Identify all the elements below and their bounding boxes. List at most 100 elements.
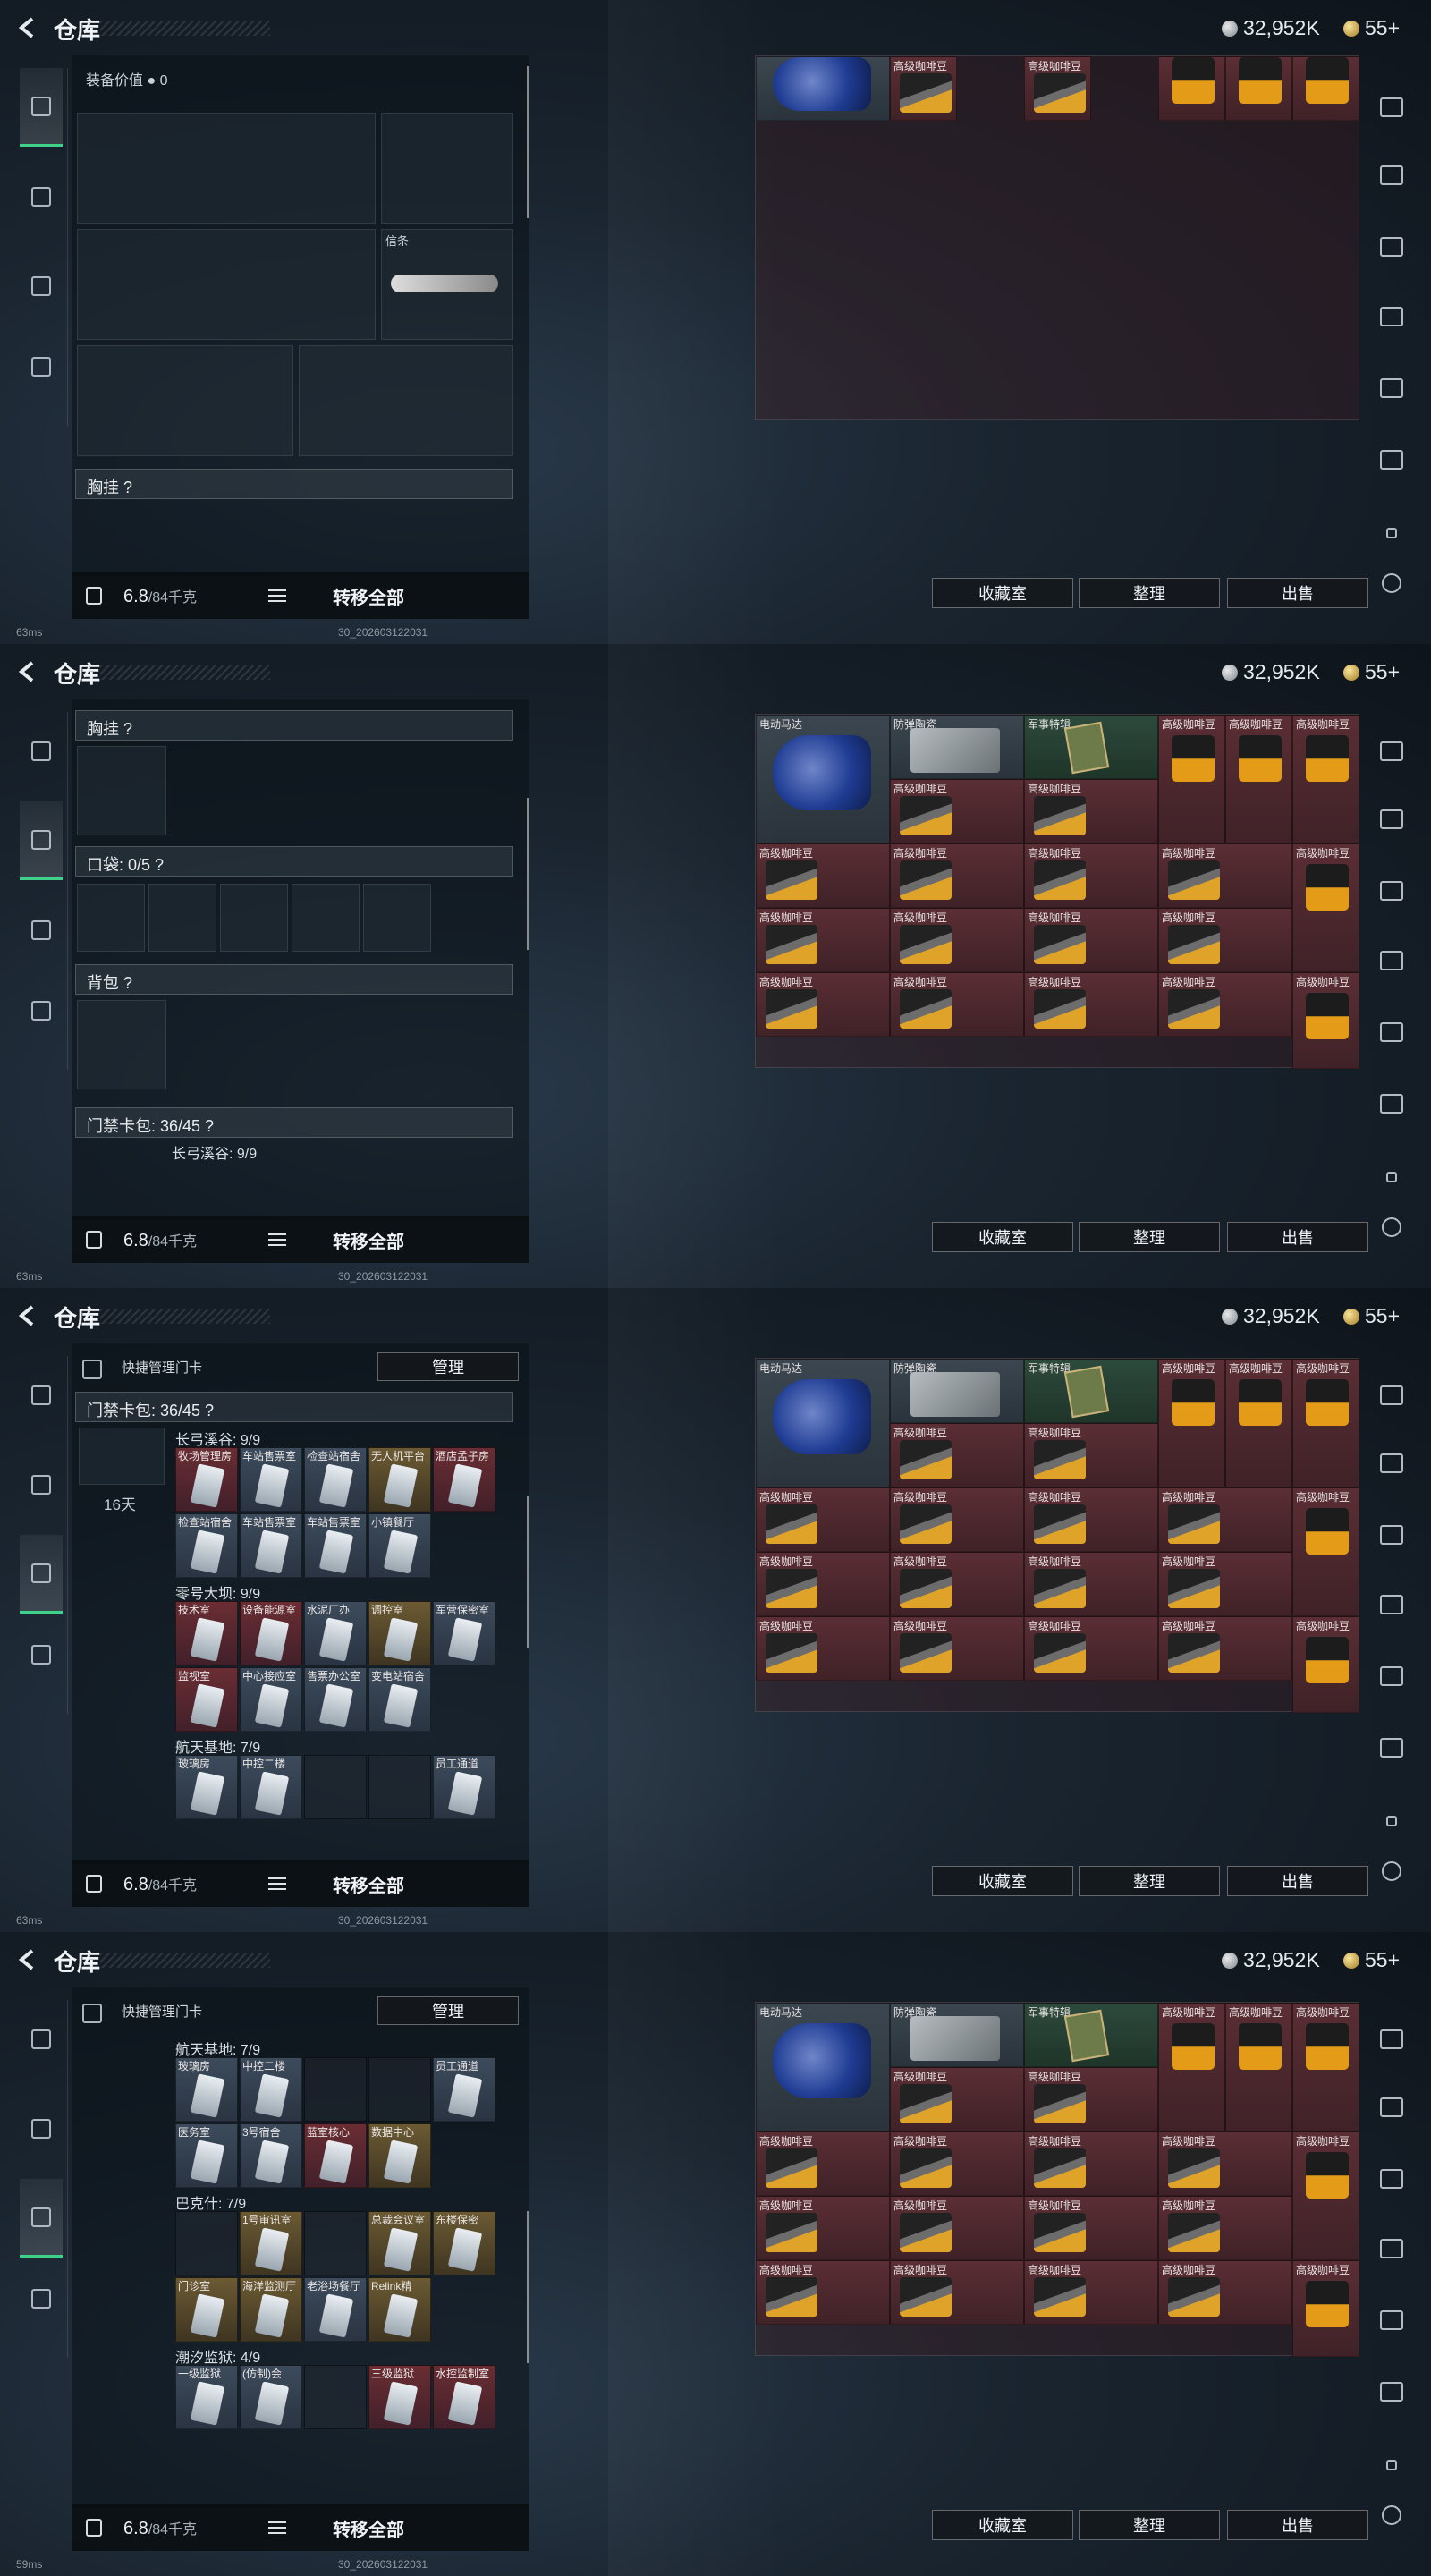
manage-button[interactable]: 管理 <box>377 1996 519 2025</box>
back-arrow-icon[interactable] <box>14 1302 41 1329</box>
item-coffee[interactable]: 高级咖啡豆 <box>1158 1616 1292 1681</box>
keycard[interactable]: 调控室 <box>368 1601 431 1665</box>
sort-button[interactable]: 整理 <box>1079 1866 1220 1896</box>
keycard[interactable]: 水控监制室 <box>433 2365 495 2429</box>
item-coffee[interactable]: 高级咖啡豆 <box>756 2260 890 2325</box>
storage-tab-6[interactable] <box>1374 2374 1410 2410</box>
item-coffee[interactable]: 高级咖啡豆 <box>1158 908 1292 972</box>
keycard[interactable]: 1号审讯室 <box>240 2211 302 2275</box>
keycard[interactable]: 酒店孟子房 <box>433 1447 495 1512</box>
item-coffee[interactable]: 高级咖啡豆 <box>756 2196 890 2260</box>
item-armor-plate[interactable]: 防弹陶瓷 <box>890 1359 1024 1423</box>
item-coffee[interactable]: 高级咖啡豆 <box>890 2260 1024 2325</box>
storage-tab-2[interactable] <box>1374 1445 1410 1481</box>
nav-weapons[interactable] <box>20 2000 63 2079</box>
lock-icon[interactable] <box>86 587 102 605</box>
storage-tab-3[interactable] <box>1374 2161 1410 2197</box>
chest-rig-header[interactable]: 胸挂 ? <box>75 710 513 741</box>
storage-lock[interactable] <box>1374 2447 1410 2483</box>
item-coffee[interactable]: 高级咖啡豆 <box>890 1616 1024 1681</box>
collection-button[interactable]: 收藏室 <box>932 1222 1073 1252</box>
gold-currency[interactable]: 55+ <box>1343 16 1400 40</box>
nav-armor[interactable] <box>20 2089 63 2168</box>
item-coffee[interactable]: 高级咖啡豆 <box>1292 1616 1359 1713</box>
pockets-header[interactable]: 口袋: 0/5 ? <box>75 846 513 877</box>
pistol-slot[interactable] <box>381 113 513 224</box>
storage-tab-2[interactable] <box>1374 2089 1410 2125</box>
keycard[interactable]: 一级监狱 <box>175 2365 238 2429</box>
secondary-weapon-slot[interactable] <box>77 229 376 340</box>
list-icon[interactable] <box>268 589 287 602</box>
item-coffee[interactable] <box>1225 56 1292 121</box>
storage-tab-3[interactable] <box>1374 873 1410 909</box>
keycard[interactable]: 设备能源室 <box>240 1601 302 1665</box>
storage-tab-6[interactable] <box>1374 442 1410 478</box>
item-coffee[interactable]: 高级咖啡豆 <box>1158 1487 1292 1552</box>
item-coffee[interactable]: 高级咖啡豆 <box>756 1487 890 1552</box>
item-coffee[interactable]: 高级咖啡豆 <box>1158 2131 1292 2196</box>
sell-button[interactable]: 出售 <box>1227 578 1368 608</box>
storage-lock[interactable] <box>1374 515 1410 551</box>
item-military-magazine[interactable]: 军事特辑 <box>1024 2003 1158 2067</box>
item-coffee[interactable]: 高级咖啡豆 <box>756 972 890 1037</box>
item-coffee[interactable]: 高级咖啡豆 <box>1024 2196 1158 2260</box>
storage-tab-4[interactable] <box>1374 1587 1410 1623</box>
scrollbar[interactable] <box>527 798 529 950</box>
keycard[interactable]: 牧场管理房 <box>175 1447 238 1512</box>
keycard[interactable]: 车站售票室 <box>304 1513 367 1578</box>
backpack-header[interactable]: 背包 ? <box>75 964 513 995</box>
keycard[interactable]: 总裁会议室 <box>368 2211 431 2275</box>
item-coffee[interactable]: 高级咖啡豆 <box>890 56 957 121</box>
storage-tab-4[interactable] <box>1374 943 1410 979</box>
item-coffee[interactable]: 高级咖啡豆 <box>1158 715 1225 843</box>
item-coffee[interactable]: 高级咖啡豆 <box>1024 56 1091 121</box>
item-military-magazine[interactable]: 军事特辑 <box>1024 1359 1158 1423</box>
back-arrow-icon[interactable] <box>14 1946 41 1973</box>
transfer-all-button[interactable]: 转移全部 <box>333 2515 404 2541</box>
keycard[interactable]: 中控二楼 <box>240 2057 302 2122</box>
keycard[interactable]: 水泥厂办 <box>304 1601 367 1665</box>
item-coffee[interactable]: 高级咖啡豆 <box>1158 2003 1225 2131</box>
item-motor[interactable]: 电动马达 <box>756 715 890 843</box>
pocket-slot[interactable] <box>148 884 216 952</box>
storage-tab-3[interactable] <box>1374 229 1410 265</box>
keycard[interactable]: 车站售票室 <box>240 1447 302 1512</box>
gold-currency[interactable]: 55+ <box>1343 1948 1400 1972</box>
primary-weapon-slot[interactable] <box>77 113 376 224</box>
settings-button[interactable] <box>1374 1209 1410 1245</box>
item-coffee[interactable]: 高级咖啡豆 <box>890 1552 1024 1616</box>
storage-lock[interactable] <box>1374 1159 1410 1195</box>
storage-tab-5[interactable] <box>1374 370 1410 406</box>
item-coffee[interactable]: 高级咖啡豆 <box>1024 2260 1158 2325</box>
item-coffee[interactable]: 高级咖啡豆 <box>1158 2260 1292 2325</box>
nav-armor[interactable] <box>20 1445 63 1524</box>
storage-tab-1[interactable] <box>1374 89 1410 125</box>
item-coffee[interactable]: 高级咖啡豆 <box>1158 1359 1225 1487</box>
storage-lock[interactable] <box>1374 1803 1410 1839</box>
keycard[interactable]: 检查站宿舍 <box>175 1513 238 1578</box>
item-coffee[interactable]: 高级咖啡豆 <box>756 2131 890 2196</box>
item-coffee[interactable]: 高级咖啡豆 <box>1292 843 1359 972</box>
keycard-empty[interactable] <box>175 2211 238 2275</box>
nav-weapons[interactable] <box>20 1356 63 1435</box>
keycard[interactable]: 蓝室核心 <box>304 2123 367 2188</box>
item-armor-plate[interactable]: 防弹陶瓷 <box>890 715 1024 779</box>
transfer-all-button[interactable]: 转移全部 <box>333 1227 404 1253</box>
nav-armor[interactable] <box>20 801 63 880</box>
sort-button[interactable]: 整理 <box>1079 1222 1220 1252</box>
keycard[interactable]: 玻璃房 <box>175 1755 238 1819</box>
nav-armor[interactable] <box>20 157 63 236</box>
storage-tab-6[interactable] <box>1374 1086 1410 1122</box>
keycard[interactable]: 员工通道 <box>433 2057 495 2122</box>
transfer-all-button[interactable]: 转移全部 <box>333 583 404 609</box>
keycard-case-header[interactable]: 门禁卡包: 36/45 ? <box>75 1392 513 1422</box>
pocket-slot[interactable] <box>220 884 288 952</box>
sell-button[interactable]: 出售 <box>1227 1222 1368 1252</box>
keycard[interactable]: 老浴场餐厅 <box>304 2277 367 2342</box>
item-coffee[interactable]: 高级咖啡豆 <box>1292 2131 1359 2260</box>
item-coffee[interactable]: 高级咖啡豆 <box>1158 843 1292 908</box>
keycard[interactable]: 东楼保密 <box>433 2211 495 2275</box>
list-icon[interactable] <box>268 1877 287 1890</box>
chest-rig-header[interactable]: 胸挂 ? <box>75 469 513 499</box>
nav-keycards[interactable] <box>20 1535 63 1614</box>
